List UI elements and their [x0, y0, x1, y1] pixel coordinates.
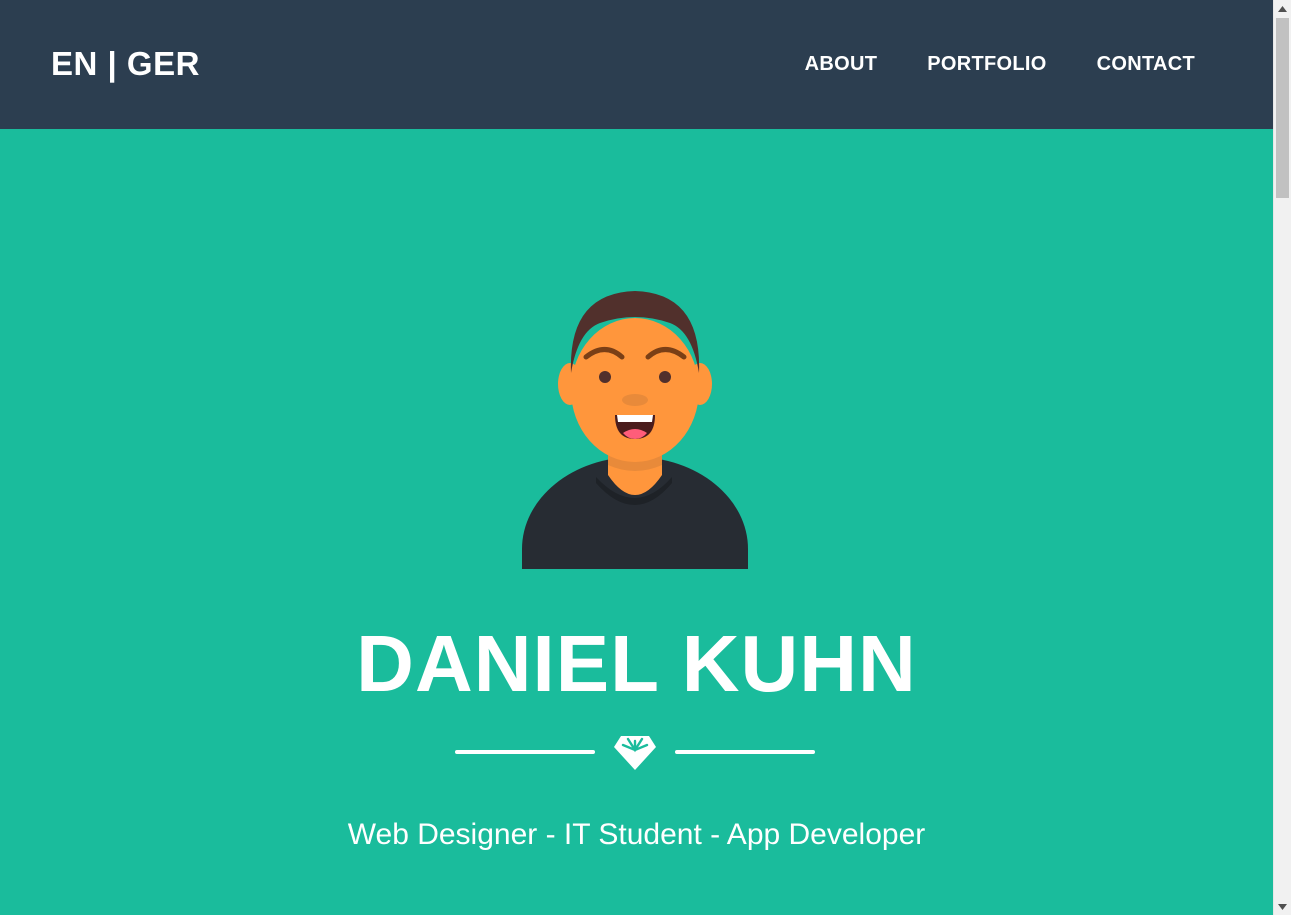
scrollbar-thumb[interactable]: [1276, 18, 1289, 198]
language-switch[interactable]: EN | GER: [51, 42, 200, 86]
top-navbar: EN | GER ABOUT PORTFOLIO CONTACT: [0, 0, 1273, 129]
nav-link-portfolio[interactable]: PORTFOLIO: [927, 50, 1046, 78]
divider-line-right: [675, 750, 815, 754]
scroll-up-arrow-icon[interactable]: [1274, 0, 1291, 17]
nav-link-contact[interactable]: CONTACT: [1097, 50, 1195, 78]
page-scrollbar[interactable]: [1273, 0, 1291, 915]
scroll-down-arrow-icon[interactable]: [1274, 898, 1291, 915]
page: EN | GER ABOUT PORTFOLIO CONTACT DANIEL …: [0, 0, 1291, 915]
star-divider: [455, 731, 815, 771]
star-icon: [614, 736, 656, 770]
hero-section: DANIEL KUHN Web Designer - IT Student - …: [0, 129, 1273, 915]
tagline: Web Designer - IT Student - App Develope…: [347, 818, 926, 851]
main-nav: ABOUT PORTFOLIO CONTACT: [805, 50, 1195, 78]
person-avatar-icon: [522, 291, 748, 569]
nav-link-about[interactable]: ABOUT: [805, 50, 878, 78]
divider-line-left: [455, 750, 595, 754]
person-name: DANIEL KUHN: [356, 619, 917, 708]
